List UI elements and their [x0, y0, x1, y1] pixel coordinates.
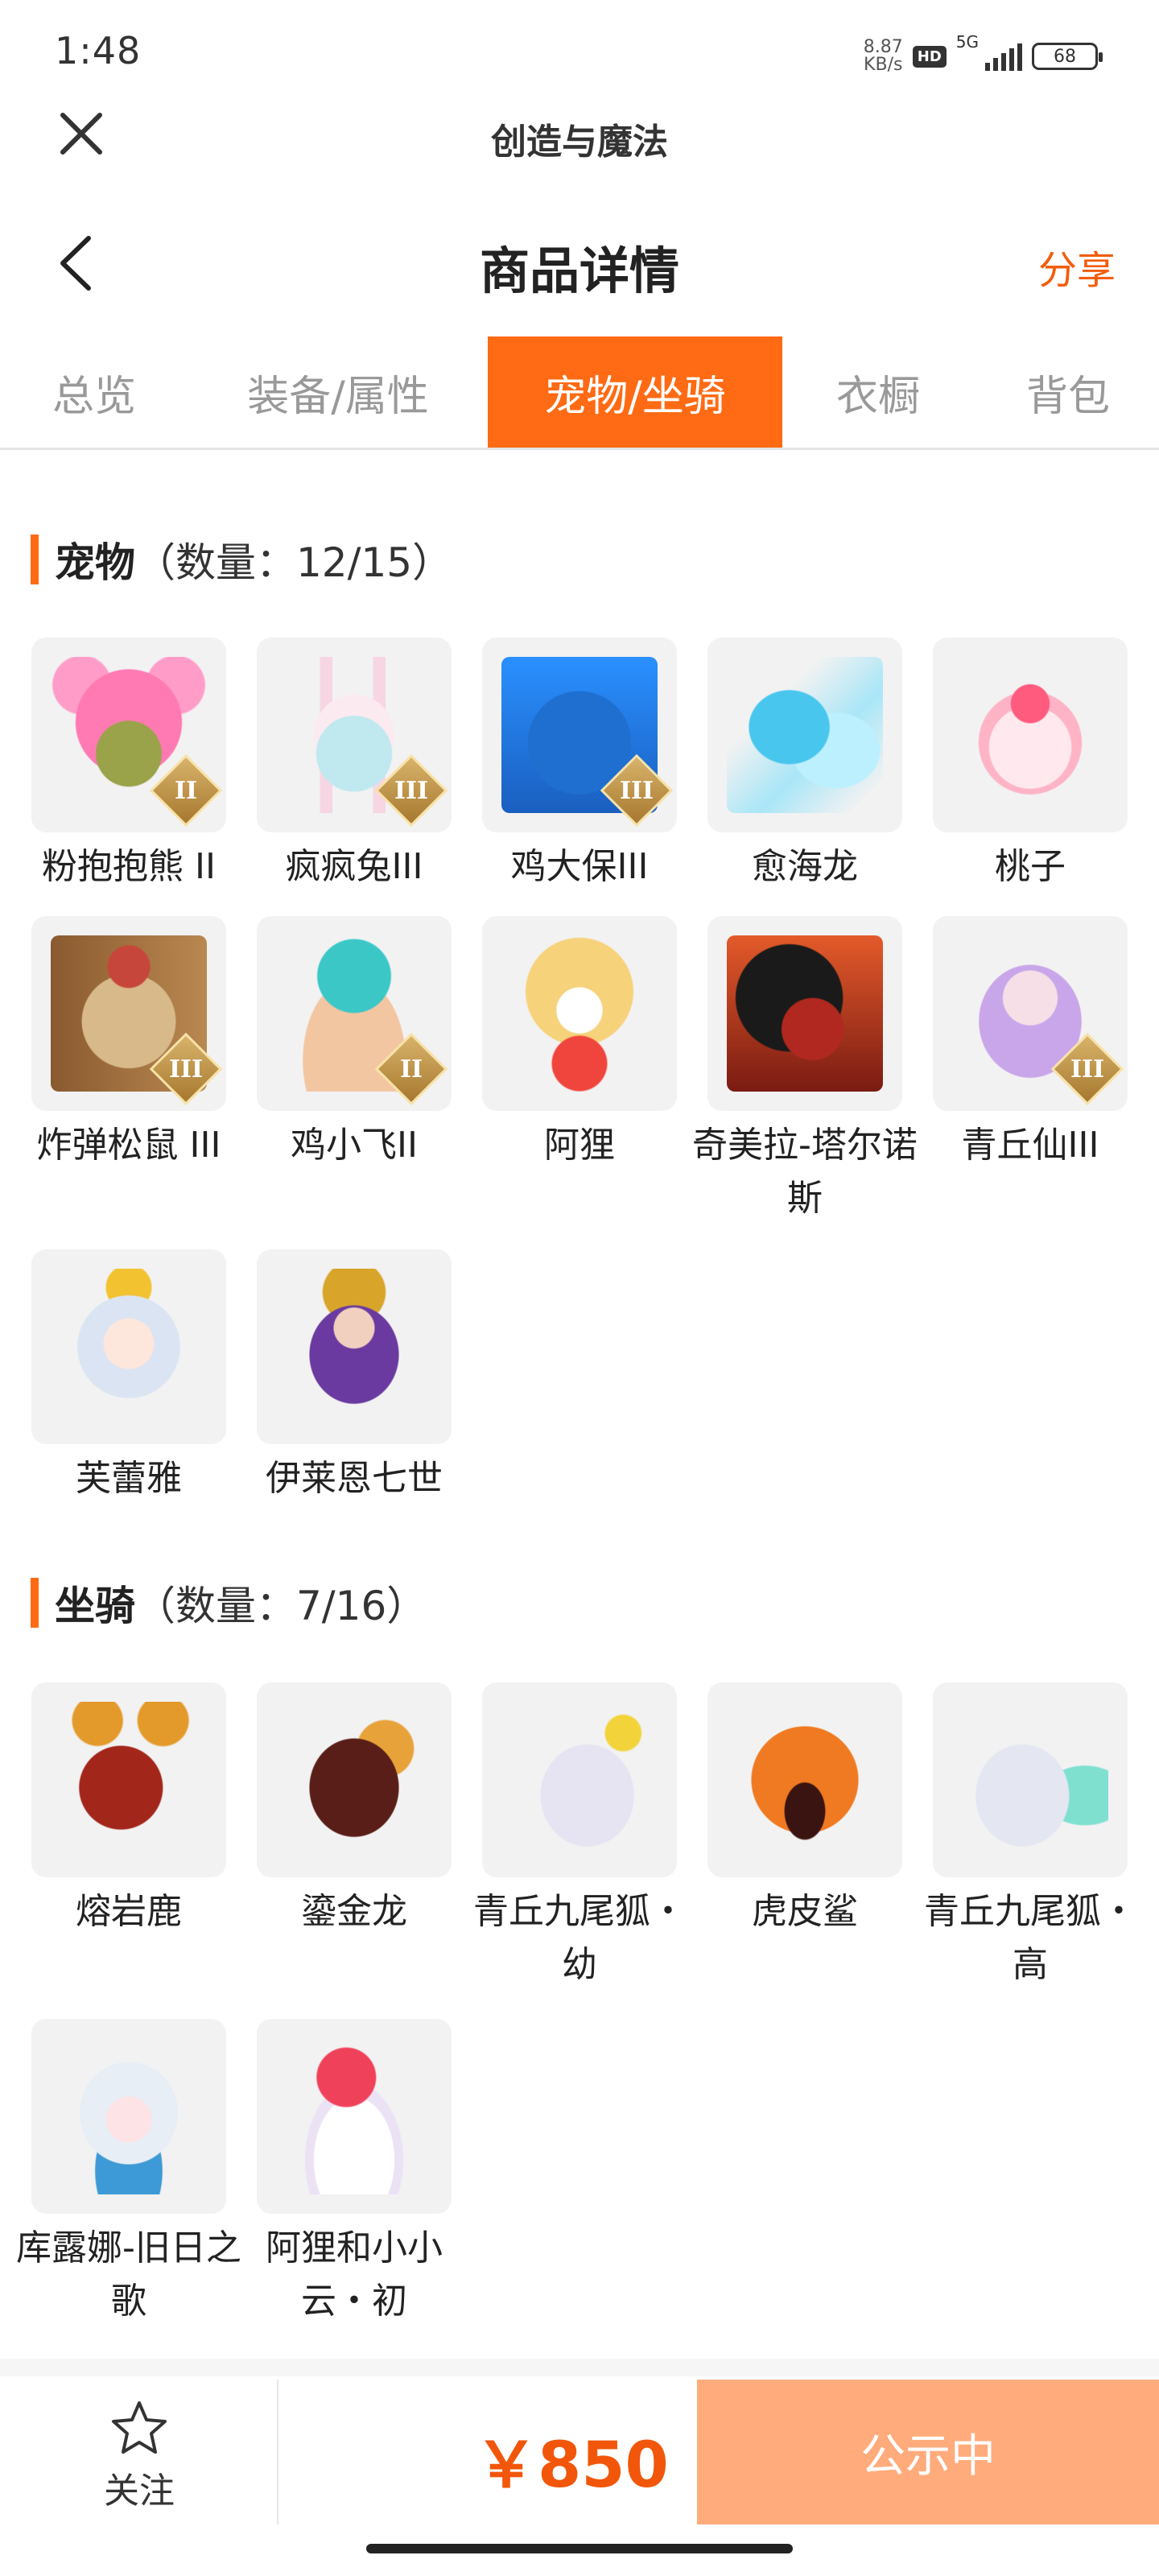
pet-image — [257, 1249, 452, 1444]
pet-item[interactable]: II 鸡小飞II — [241, 916, 467, 1172]
mount-item[interactable]: 熔岩鹿 — [16, 1682, 241, 1938]
pet-image — [707, 638, 902, 832]
mount-image — [31, 2019, 226, 2214]
pet-item[interactable]: 奇美拉-塔尔诺斯 — [692, 916, 918, 1225]
pet-image — [707, 916, 902, 1111]
status-icons: 8.87 KB/s HD 5G 68 — [863, 32, 1103, 80]
hd-icon: HD — [912, 45, 947, 68]
pet-image — [31, 1249, 226, 1444]
mount-item[interactable]: 青丘九尾狐・幼 — [467, 1682, 692, 1992]
pet-name: 粉抱抱熊 II — [42, 846, 216, 887]
pet-item[interactable]: 阿狸 — [467, 916, 692, 1172]
pet-item[interactable]: III 鸡大保III — [467, 638, 692, 894]
mount-name: 阿狸和小小云・初 — [266, 2227, 443, 2322]
pets-section-title: 宠物 — [55, 539, 135, 586]
tab-bar: 总览 装备/属性 宠物/坐骑 衣橱 背包 — [0, 336, 1159, 450]
pet-item[interactable]: III 炸弹松鼠 III — [16, 916, 241, 1172]
pet-name: 炸弹松鼠 III — [36, 1125, 221, 1166]
mount-item[interactable]: 虎皮鲨 — [692, 1682, 918, 1938]
pet-image — [933, 638, 1128, 832]
pet-item[interactable]: III 疯疯兔III — [241, 638, 467, 894]
star-icon — [112, 2401, 167, 2454]
pet-image: III — [933, 916, 1128, 1111]
mount-image — [482, 1682, 677, 1877]
pet-name: 奇美拉-塔尔诺斯 — [692, 1125, 918, 1219]
mounts-section-title: 坐骑 — [55, 1583, 135, 1629]
pet-name: 青丘仙III — [961, 1125, 1099, 1166]
mount-image — [707, 1682, 902, 1877]
pet-image: III — [31, 916, 226, 1111]
mount-name: 鎏金龙 — [301, 1891, 407, 1932]
follow-button[interactable]: 关注 — [87, 2399, 192, 2513]
pet-image: III — [482, 638, 677, 832]
mounts-section-header: 坐骑 （数量：7/16） — [31, 1575, 427, 1631]
pet-image: II — [257, 916, 452, 1111]
pet-name: 芙蕾雅 — [76, 1458, 182, 1499]
pet-item[interactable]: III 青丘仙III — [918, 916, 1143, 1172]
mount-name: 库露娜-旧日之歌 — [16, 2227, 241, 2322]
battery-icon: 68 — [1032, 43, 1103, 70]
tab-backpack[interactable]: 背包 — [993, 336, 1143, 448]
mount-image — [31, 1682, 226, 1877]
pet-item[interactable]: II 粉抱抱熊 II — [16, 638, 241, 894]
pet-name: 伊莱恩七世 — [266, 1458, 443, 1499]
section-marker — [31, 535, 39, 584]
divider — [277, 2380, 278, 2524]
network-type: 5G — [955, 32, 979, 52]
status-time: 1:48 — [55, 29, 142, 72]
section-marker — [31, 1578, 39, 1628]
signal-icon — [985, 42, 1022, 71]
tab-overview[interactable]: 总览 — [19, 336, 169, 448]
mount-name: 青丘九尾狐・幼 — [473, 1891, 686, 1985]
price: ￥850 — [475, 2429, 669, 2502]
app-title: 创造与魔法 — [491, 122, 668, 163]
tab-wardrobe[interactable]: 衣橱 — [805, 336, 951, 448]
mount-image — [933, 1682, 1128, 1877]
pet-item[interactable]: 芙蕾雅 — [16, 1249, 241, 1505]
pet-name: 疯疯兔III — [285, 846, 423, 887]
pet-name: 鸡大保III — [510, 846, 649, 887]
mounts-count: （数量：7/16） — [135, 1583, 427, 1629]
mount-name: 虎皮鲨 — [752, 1891, 858, 1932]
pets-section-header: 宠物 （数量：12/15） — [31, 531, 452, 588]
pet-item[interactable]: 伊莱恩七世 — [241, 1249, 467, 1505]
mount-name: 青丘九尾狐・高 — [924, 1891, 1136, 1985]
pet-name: 鸡小飞II — [291, 1125, 418, 1166]
net-speed: 8.87 KB/s — [863, 37, 903, 75]
pet-item[interactable]: 桃子 — [918, 638, 1143, 894]
status-button[interactable]: 公示中 — [697, 2380, 1159, 2524]
mount-item[interactable]: 库露娜-旧日之歌 — [16, 2019, 241, 2328]
pet-name: 愈海龙 — [752, 846, 858, 887]
mount-name: 熔岩鹿 — [76, 1891, 182, 1932]
bottom-divider — [0, 2359, 1159, 2376]
page-title: 商品详情 — [479, 242, 679, 300]
follow-label: 关注 — [104, 2471, 175, 2512]
mount-image — [257, 2019, 452, 2214]
mount-item[interactable]: 阿狸和小小云・初 — [241, 2019, 467, 2328]
pet-image — [482, 916, 677, 1111]
share-button[interactable]: 分享 — [1038, 238, 1116, 295]
tab-equipment[interactable]: 装备/属性 — [211, 336, 465, 448]
pet-name: 阿狸 — [544, 1125, 615, 1166]
pet-name: 桃子 — [995, 846, 1066, 887]
tab-pets-mounts[interactable]: 宠物/坐骑 — [488, 336, 782, 448]
mount-item[interactable]: 鎏金龙 — [241, 1682, 467, 1938]
pet-image: III — [257, 638, 452, 832]
pets-count: （数量：12/15） — [135, 539, 453, 586]
pet-image: II — [31, 638, 226, 832]
pet-item[interactable]: 愈海龙 — [692, 638, 918, 894]
mount-image — [257, 1682, 452, 1877]
mount-item[interactable]: 青丘九尾狐・高 — [918, 1682, 1143, 1992]
home-indicator[interactable] — [366, 2544, 793, 2553]
